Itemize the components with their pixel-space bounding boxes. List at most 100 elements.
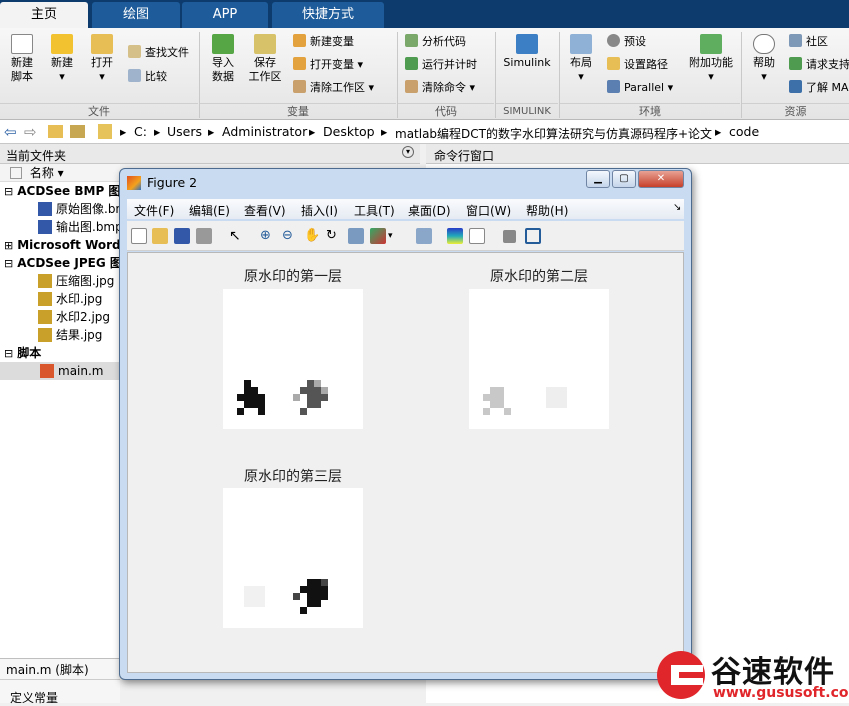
open-file-icon[interactable]: [152, 228, 168, 244]
menu-insert[interactable]: 插入(I): [301, 202, 338, 219]
menu-help[interactable]: 帮助(H): [526, 202, 568, 219]
brush-dropdown-icon[interactable]: ▾: [388, 228, 396, 244]
expand-icon[interactable]: ⊞: [4, 239, 13, 252]
data-cursor-icon[interactable]: [348, 228, 364, 244]
jpeg-file-icon: [38, 292, 52, 306]
find-files-label: 查找文件: [145, 46, 189, 59]
figure-canvas[interactable]: 原水印的第一层 原水印的第二层 原水印的第三层: [127, 252, 684, 673]
menu-window[interactable]: 窗口(W): [466, 202, 511, 219]
request-support-button[interactable]: 请求支持: [789, 56, 849, 74]
forward-arrow-icon[interactable]: ⇨: [24, 123, 37, 141]
preferences-button[interactable]: 预设: [607, 33, 646, 51]
pan-hand-icon[interactable]: ✋: [304, 228, 320, 244]
tab-shortcuts[interactable]: 快捷方式: [272, 2, 384, 28]
header-checkbox[interactable]: [10, 167, 22, 179]
menu-edit[interactable]: 编辑(E): [189, 202, 230, 219]
new-button[interactable]: 新建 ▾: [46, 34, 78, 84]
save-icon[interactable]: [174, 228, 190, 244]
file-row[interactable]: 原始图像.bmp: [0, 200, 135, 218]
file-row[interactable]: 水印.jpg: [0, 290, 120, 308]
legend-icon[interactable]: [469, 228, 485, 244]
save-workspace-label: 保存 工作区: [248, 56, 282, 83]
zoom-in-icon[interactable]: ⊕: [260, 228, 276, 244]
open-button[interactable]: 打开 ▾: [86, 34, 118, 84]
set-path-button[interactable]: 设置路径: [607, 56, 668, 74]
collapse-icon[interactable]: ⊟: [4, 347, 13, 360]
file-group-row[interactable]: ⊞ Microsoft Word: [0, 236, 121, 254]
close-icon[interactable]: ✕: [638, 170, 684, 188]
parallel-button[interactable]: Parallel ▾: [607, 79, 673, 97]
hide-plot-tools-icon[interactable]: [503, 230, 516, 243]
add-ons-button[interactable]: 附加功能 ▾: [686, 34, 736, 84]
ribbon-toolstrip: 新建 脚本 新建 ▾ 打开 ▾ 查找文件 比较 文件 导入 数据 保存 工作区 新建…: [0, 28, 849, 120]
open-variable-button[interactable]: 打开变量 ▾: [293, 56, 363, 74]
menu-file[interactable]: 文件(F): [134, 202, 174, 219]
brand-watermark: 谷速软件 www.gususoft.com: [655, 647, 849, 703]
import-data-button[interactable]: 导入 数据: [206, 34, 240, 84]
file-row[interactable]: main.m: [0, 362, 120, 380]
rotate-3d-icon[interactable]: ↻: [326, 228, 342, 244]
maximize-icon[interactable]: ▢: [612, 170, 636, 188]
learn-matlab-label: 了解 MA: [806, 81, 849, 94]
menu-tools[interactable]: 工具(T): [354, 202, 395, 219]
colorbar-icon[interactable]: [447, 228, 463, 244]
figure-title-bar[interactable]: Figure 2 ▁ ▢ ✕: [120, 169, 691, 197]
new-label: 新建: [51, 56, 73, 69]
breadcrumb-administrator[interactable]: Administrator: [222, 124, 307, 139]
file-row[interactable]: 水印2.jpg: [0, 308, 120, 326]
file-row[interactable]: 输出图.bmp: [0, 218, 123, 236]
run-and-time-button[interactable]: 运行并计时: [405, 56, 477, 74]
group-resources: 资源: [742, 103, 849, 119]
up-folder-icon[interactable]: [48, 125, 63, 138]
learn-matlab-button[interactable]: 了解 MA: [789, 79, 849, 97]
new-figure-icon[interactable]: [131, 228, 147, 244]
new-script-button[interactable]: 新建 脚本: [4, 34, 40, 84]
new-variable-button[interactable]: 新建变量: [293, 33, 354, 51]
tab-apps[interactable]: APP: [182, 2, 268, 28]
file-group-row[interactable]: ⊟ ACDSee BMP 图像: [0, 182, 132, 200]
minimize-icon[interactable]: ▁: [586, 170, 610, 188]
layout-icon: [570, 34, 592, 54]
file-group-row[interactable]: ⊟ ACDSee JPEG 图像: [0, 254, 134, 272]
back-arrow-icon[interactable]: ⇦: [4, 123, 17, 141]
clear-workspace-button[interactable]: 清除工作区 ▾: [293, 79, 374, 97]
zoom-out-icon[interactable]: ⊖: [282, 228, 298, 244]
save-workspace-button[interactable]: 保存 工作区: [246, 34, 284, 84]
compare-button[interactable]: 比较: [128, 68, 167, 86]
tab-plots[interactable]: 绘图: [92, 2, 180, 28]
browse-folder-icon[interactable]: [70, 125, 85, 138]
analyze-code-button[interactable]: 分析代码: [405, 33, 466, 51]
figure-window[interactable]: Figure 2 ▁ ▢ ✕ 文件(F) 编辑(E) 查看(V) 插入(I) 工…: [119, 168, 692, 680]
clear-commands-button[interactable]: 清除命令 ▾: [405, 79, 475, 97]
print-icon[interactable]: [196, 228, 212, 244]
breadcrumb-c[interactable]: C:: [134, 124, 147, 139]
import-data-label: 导入 数据: [212, 56, 234, 83]
brush-icon[interactable]: [370, 228, 386, 244]
community-button[interactable]: 社区: [789, 33, 828, 51]
collapse-icon[interactable]: ⊟: [4, 257, 13, 270]
file-row[interactable]: 压缩图.jpg: [0, 272, 120, 290]
bmp-file-icon: [38, 202, 52, 216]
name-column-header[interactable]: 名称 ▾: [0, 164, 120, 182]
menu-view[interactable]: 查看(V): [244, 202, 286, 219]
file-name: 压缩图.jpg: [56, 274, 115, 288]
menu-desktop[interactable]: 桌面(D): [408, 202, 451, 219]
dock-arrow-icon[interactable]: ↘: [673, 202, 681, 213]
help-button[interactable]: 帮助 ▾: [748, 34, 780, 84]
tab-home[interactable]: 主页: [0, 2, 88, 28]
link-plot-icon[interactable]: [416, 228, 432, 244]
breadcrumb-users[interactable]: Users: [167, 124, 202, 139]
breadcrumb-code[interactable]: code: [729, 124, 759, 139]
find-files-button[interactable]: 查找文件: [128, 44, 189, 62]
simulink-button[interactable]: Simulink: [500, 34, 554, 70]
collapse-icon[interactable]: ⊟: [4, 185, 13, 198]
file-group-row[interactable]: ⊟ 脚本: [0, 344, 120, 362]
file-row[interactable]: 结果.jpg: [0, 326, 120, 344]
pane-menu-icon[interactable]: ▾: [402, 146, 414, 158]
find-files-icon: [128, 45, 141, 58]
breadcrumb-project[interactable]: matlab编程DCT的数字水印算法研究与仿真源码程序+论文: [395, 125, 712, 142]
pointer-icon[interactable]: ↖: [229, 228, 245, 244]
breadcrumb-desktop[interactable]: Desktop: [323, 124, 375, 139]
layout-button[interactable]: 布局 ▾: [566, 34, 596, 84]
show-plot-tools-icon[interactable]: [525, 228, 541, 244]
